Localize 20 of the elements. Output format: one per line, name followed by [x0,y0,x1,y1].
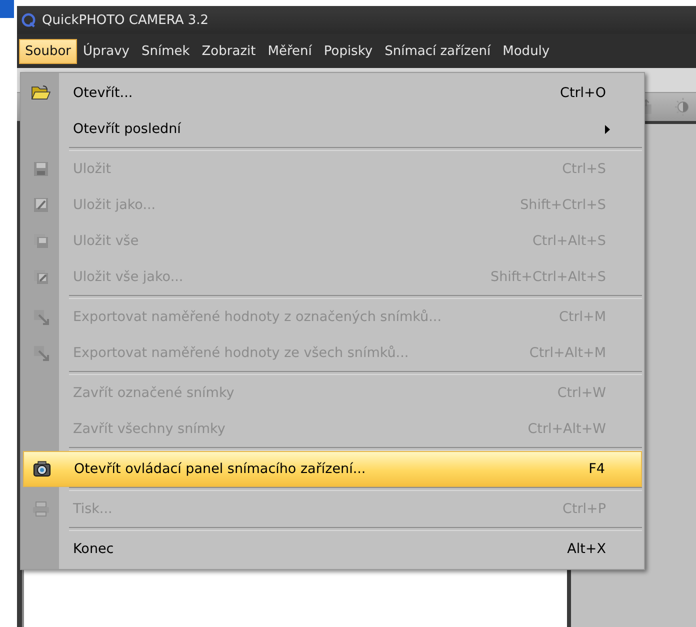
menu-item[interactable]: Otevřít... Ctrl+O [23,75,642,111]
floppy-edit-icon [33,197,49,213]
floppy-icon [33,161,49,177]
menu-bar-item[interactable]: Moduly [496,38,556,64]
app-logo-icon [21,12,36,28]
menu-bar-item[interactable]: Snímek [135,38,196,64]
menu-bar-item[interactable]: Úpravy [77,38,136,64]
menu-item[interactable]: Otevřít ovládací panel snímacího zařízení... F4 [23,451,642,487]
menu-bar-item[interactable]: Snímací zařízení [378,38,497,64]
menu-bar-item[interactable]: Soubor [19,38,77,64]
folder-icon [31,85,51,101]
window-title: QuickPHOTO CAMERA 3.2 [42,12,209,28]
printer-icon [32,501,50,517]
menu-item[interactable]: Otevřít poslední [23,111,642,147]
camera-icon [33,460,51,478]
menu-item[interactable]: Konec Alt+X [23,531,642,567]
menu-bar-item[interactable]: Zobrazit [196,38,262,64]
window-edge-marker [0,0,14,18]
menu-bar-item[interactable]: Popisky [318,38,379,64]
menu-bar-item[interactable]: Měření [262,38,318,64]
